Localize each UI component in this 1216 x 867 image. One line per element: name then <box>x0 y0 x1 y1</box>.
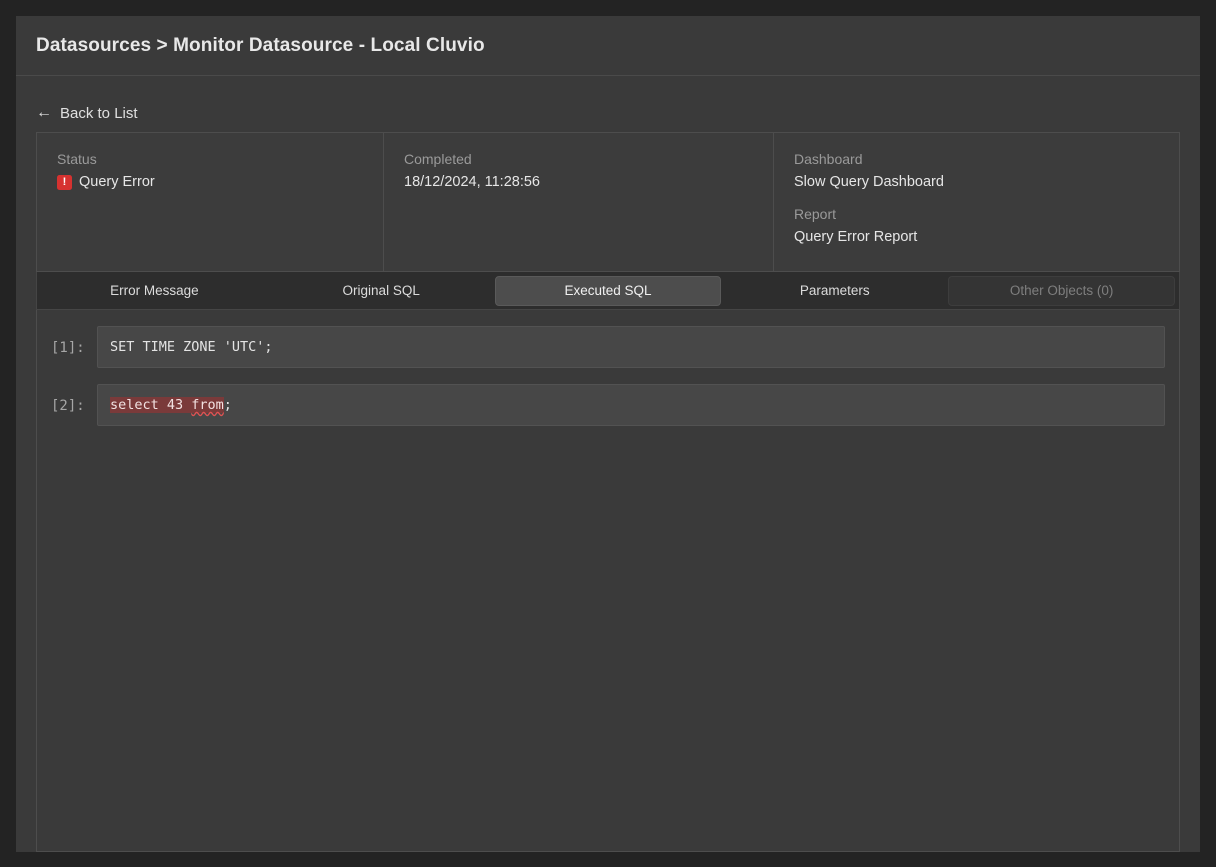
status-label: Status <box>57 151 97 167</box>
back-row: ← Back to List <box>36 94 1180 132</box>
report-value: Query Error Report <box>794 229 918 245</box>
breadcrumb-title: Datasources > Monitor Datasource - Local… <box>36 34 485 56</box>
report-label: Report <box>794 206 837 222</box>
executed-sql-panel[interactable]: [1]: SET TIME ZONE 'UTC'; [2]: select 43 fr… <box>36 310 1180 852</box>
back-to-list-label: Back to List <box>60 104 138 122</box>
tab-label: Other Objects (0) <box>1009 283 1114 298</box>
back-to-list-link[interactable]: ← Back to List <box>36 105 138 122</box>
status-group: Status ! Query Error <box>57 151 363 190</box>
sql-statement-row: [1]: SET TIME ZONE 'UTC'; <box>51 326 1165 368</box>
completed-label: Completed <box>404 151 472 167</box>
sql-error-highlight: select 43 from <box>110 397 224 413</box>
sql-statement-index: [1]: <box>51 340 85 356</box>
tab-error-message[interactable]: Error Message <box>41 276 268 306</box>
detail-tabbar: Error Message Original SQL Executed SQL Par… <box>36 272 1180 310</box>
dashboard-group: Dashboard Slow Query Dashboard <box>794 151 1159 190</box>
tab-label: Executed SQL <box>564 283 652 298</box>
monitor-datasource-modal: Datasources > Monitor Datasource - Local… <box>16 16 1200 852</box>
status-value: Query Error <box>79 174 155 190</box>
status-badge: ! Query Error <box>57 174 363 190</box>
sql-statement-code[interactable]: SET TIME ZONE 'UTC'; <box>97 326 1165 368</box>
sql-statement-code[interactable]: select 43 from; <box>97 384 1165 426</box>
completed-group: Completed 18/12/2024, 11:28:56 <box>404 151 753 190</box>
sql-statement-row: [2]: select 43 from; <box>51 384 1165 426</box>
modal-titlebar: Datasources > Monitor Datasource - Local… <box>16 16 1200 76</box>
tab-original-sql[interactable]: Original SQL <box>268 276 495 306</box>
info-column-status: Status ! Query Error <box>37 133 383 271</box>
info-column-completed: Completed 18/12/2024, 11:28:56 <box>383 133 773 271</box>
completed-value: 18/12/2024, 11:28:56 <box>404 174 540 190</box>
dashboard-label: Dashboard <box>794 151 863 167</box>
sql-statement-index: [2]: <box>51 398 85 414</box>
run-info-card: Status ! Query Error Completed 18/12/202… <box>36 132 1180 272</box>
sql-text: ; <box>223 397 232 413</box>
info-column-dashboard-report: Dashboard Slow Query Dashboard Report Qu… <box>773 133 1179 271</box>
sql-text: SET TIME ZONE 'UTC'; <box>110 339 273 355</box>
error-exclamation-icon: ! <box>57 174 72 190</box>
sql-error-token: from <box>191 397 224 413</box>
modal-body: ← Back to List Status ! Query Error Comp… <box>16 76 1200 852</box>
tab-executed-sql[interactable]: Executed SQL <box>494 275 722 306</box>
dashboard-value: Slow Query Dashboard <box>794 174 944 190</box>
tab-parameters[interactable]: Parameters <box>721 276 948 306</box>
tab-label: Original SQL <box>342 283 420 298</box>
arrow-left-icon: ← <box>36 104 52 121</box>
tab-label: Error Message <box>110 283 199 298</box>
tab-label: Parameters <box>799 283 870 298</box>
report-group: Report Query Error Report <box>794 206 1159 245</box>
sql-error-text: select 43 <box>110 397 192 413</box>
tab-other-objects-0: Other Objects (0) <box>948 275 1175 306</box>
